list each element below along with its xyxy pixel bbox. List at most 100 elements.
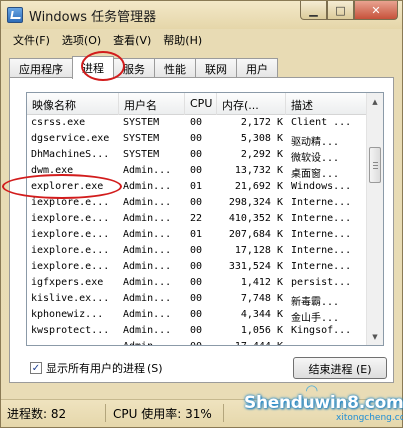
row-cpu: 22	[190, 213, 203, 224]
row-description: 驱动精...	[291, 137, 340, 148]
row-image-name: igfxpers.exe	[31, 277, 104, 288]
row-memory: 2,292 K	[240, 149, 283, 160]
task-manager-icon	[7, 7, 23, 23]
menu-help[interactable]: 帮助(H)	[159, 31, 210, 49]
site-watermark: ◠ Shenduwin8.com xitongcheng.com	[236, 381, 403, 428]
table-row[interactable]: csrss.exe SYSTEM 00 2,172 K Client ...	[27, 115, 368, 131]
table-row[interactable]: DhMachineS... SYSTEM 00 2,292 K 微软设...	[27, 147, 368, 164]
process-list[interactable]: 映像名称 用户名 CPU 内存(... 描述 csrss.exe SYSTEM 00…	[26, 92, 384, 346]
table-row[interactable]: dwm.exe Admin... 00 13,732 K 桌面窗...	[27, 163, 368, 180]
row-memory: 17,444 K	[217, 341, 283, 345]
column-header-user-name[interactable]: 用户名	[119, 93, 185, 115]
table-row[interactable]: explorer.exe Admin... 01 21,692 K Windows...	[27, 179, 368, 195]
row-cpu: 00	[190, 133, 203, 144]
row-memory: 1,412 K	[240, 277, 283, 288]
column-header-image-name[interactable]: 映像名称	[27, 93, 119, 115]
column-header-memory[interactable]: 内存(...	[217, 93, 286, 115]
window-title: Windows 任务管理器	[29, 10, 157, 25]
table-row[interactable]: kphonewiz... Admin... 00 4,344 K 金山手...	[27, 307, 368, 324]
tab-users[interactable]: 用户	[236, 58, 278, 78]
scroll-thumb[interactable]	[369, 147, 381, 183]
row-image-name: iexplore.e...	[31, 197, 110, 208]
row-user-name: SYSTEM	[123, 149, 160, 160]
table-row[interactable]: iexplore.e... Admin... 00 298,324 K Interne.…	[27, 195, 368, 211]
table-row[interactable]: dgservice.exe SYSTEM 00 5,308 K 驱动精...	[27, 131, 368, 148]
row-image-name: explorer.exe	[31, 181, 104, 192]
row-user-name: Admin...	[123, 245, 172, 256]
window-controls: ▁ □ ✕	[300, 1, 398, 21]
task-manager-window: Windows 任务管理器 ▁ □ ✕ 文件(F) 选项(O) 查看(V) 帮助…	[0, 0, 403, 428]
show-all-users-checkbox[interactable]: ✓	[30, 362, 42, 374]
row-user-name: Admin...	[123, 181, 172, 192]
row-user-name: SYSTEM	[123, 133, 160, 144]
row-description: 微软设...	[291, 153, 340, 164]
close-button[interactable]: ✕	[354, 1, 398, 20]
row-memory: 1,056 K	[240, 325, 283, 336]
scroll-down-arrow-icon[interactable]: ▼	[367, 328, 383, 345]
row-cpu: 01	[190, 229, 203, 240]
scroll-up-arrow-icon[interactable]: ▲	[367, 93, 383, 110]
row-memory: 13,732 K	[234, 165, 283, 176]
row-description: Kingsof...	[291, 325, 352, 336]
row-cpu: 00	[190, 149, 203, 160]
table-row[interactable]: iexplore.e... Admin... 01 207,684 K Interne.…	[27, 227, 368, 243]
row-description: 桌面窗...	[291, 169, 340, 180]
row-memory: 298,324 K	[228, 197, 283, 208]
status-divider	[223, 404, 224, 422]
tab-performance[interactable]: 性能	[154, 58, 196, 78]
processes-panel: 映像名称 用户名 CPU 内存(... 描述 csrss.exe SYSTEM 00…	[9, 77, 394, 383]
end-process-button[interactable]: 结束进程 (E)	[293, 357, 387, 379]
row-cpu: 00	[190, 245, 203, 256]
list-header: 映像名称 用户名 CPU 内存(... 描述	[27, 93, 368, 115]
status-process-count: 进程数: 82	[7, 407, 67, 421]
row-user-name: Admin	[123, 341, 183, 345]
row-memory: 410,352 K	[228, 213, 283, 224]
row-description: Interne...	[291, 197, 352, 208]
column-header-cpu[interactable]: CPU	[185, 93, 217, 115]
row-user-name: Admin...	[123, 213, 172, 224]
vertical-scrollbar[interactable]: ▲ ▼	[366, 93, 383, 345]
table-row[interactable]: kwsprotect... Admin... 00 1,056 K Kingsof...	[27, 323, 368, 339]
table-row[interactable]: iexplore.e... Admin... 00 331,524 K Interne.…	[27, 259, 368, 275]
tab-services[interactable]: 服务	[113, 58, 155, 78]
title-bar[interactable]: Windows 任务管理器 ▁ □ ✕	[1, 1, 402, 29]
grip-icon	[373, 162, 378, 169]
menu-view[interactable]: 查看(V)	[109, 31, 159, 49]
tab-networking[interactable]: 联网	[195, 58, 237, 78]
row-description: Interne...	[291, 245, 352, 256]
row-cpu: 00	[190, 341, 210, 345]
menu-options[interactable]: 选项(O)	[58, 31, 109, 49]
row-description: persist...	[291, 277, 352, 288]
tab-processes[interactable]: 进程	[72, 56, 114, 79]
row-image-name: DhMachineS...	[31, 149, 110, 160]
menu-file[interactable]: 文件(F)	[9, 31, 58, 49]
watermark-subtext: xitongcheng.com	[336, 413, 403, 423]
table-row[interactable]: kislive.ex... Admin... 00 7,748 K 新毒霸...	[27, 291, 368, 308]
tab-applications[interactable]: 应用程序	[9, 58, 73, 78]
status-divider	[105, 404, 106, 422]
row-description: Windows...	[291, 181, 352, 192]
show-all-users-label: 显示所有用户的进程	[46, 362, 145, 375]
table-row[interactable]: Admin 00 17,444 K	[27, 339, 368, 345]
show-all-users-shortcut: (S)	[147, 361, 163, 375]
row-user-name: Admin...	[123, 293, 172, 304]
row-image-name: dwm.exe	[31, 165, 74, 176]
row-image-name: dgservice.exe	[31, 133, 110, 144]
column-header-description[interactable]: 描述	[286, 93, 368, 115]
row-user-name: Admin...	[123, 309, 172, 320]
row-cpu: 01	[190, 181, 203, 192]
maximize-button[interactable]: □	[327, 1, 354, 20]
minimize-button[interactable]: ▁	[300, 1, 327, 20]
table-row[interactable]: igfxpers.exe Admin... 00 1,412 K persist...	[27, 275, 368, 291]
table-row[interactable]: iexplore.e... Admin... 22 410,352 K Interne.…	[27, 211, 368, 227]
show-all-users-option[interactable]: ✓ 显示所有用户的进程 (S)	[30, 360, 163, 376]
row-user-name: SYSTEM	[123, 117, 160, 128]
table-row[interactable]: iexplore.e... Admin... 00 17,128 K Interne..…	[27, 243, 368, 259]
row-user-name: Admin...	[123, 229, 172, 240]
row-description: 金山手...	[291, 313, 340, 324]
tab-strip: 应用程序 进程 服务 性能 联网 用户	[9, 56, 278, 79]
row-user-name: Admin...	[123, 277, 172, 288]
row-cpu: 00	[190, 197, 203, 208]
row-image-name: kwsprotect...	[31, 325, 110, 336]
row-description: Interne...	[291, 261, 352, 272]
